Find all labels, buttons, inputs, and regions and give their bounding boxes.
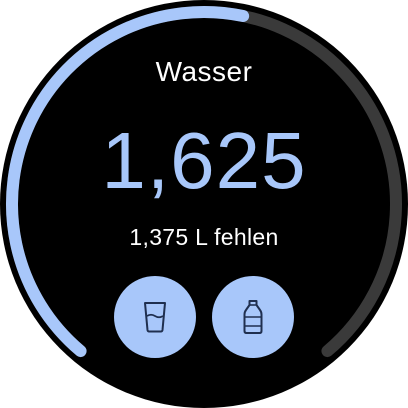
- watch-face: Wasser 1,625 1,375 L fehlen: [0, 0, 408, 408]
- bottle-icon: [243, 300, 263, 334]
- add-glass-button[interactable]: [114, 276, 196, 358]
- page-title: Wasser: [155, 56, 253, 87]
- glass-icon: [144, 302, 166, 333]
- add-bottle-button[interactable]: [212, 276, 294, 358]
- current-amount: 1,625: [101, 116, 307, 205]
- remaining-amount: 1,375 L fehlen: [129, 224, 279, 250]
